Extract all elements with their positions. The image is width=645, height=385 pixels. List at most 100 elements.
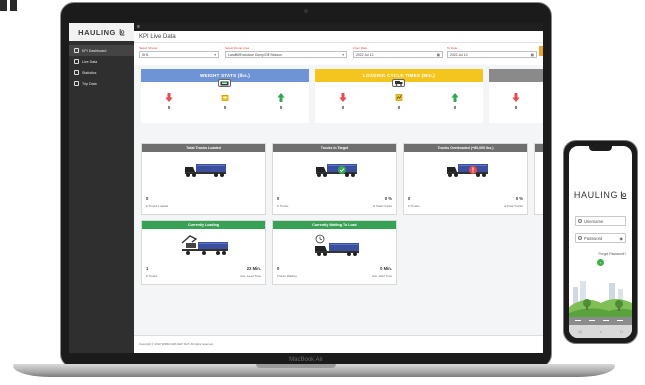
phone: HAULING Username Password ◉ Forgot Passw…	[563, 140, 638, 344]
recent-apps-icon[interactable]: □	[620, 329, 622, 334]
truck-target-icon	[316, 164, 357, 177]
sidebar-item-trip-data[interactable]: Trip Data	[69, 78, 134, 89]
eye-icon[interactable]: ◉	[620, 236, 624, 241]
third-stats-values: 0	[489, 91, 543, 121]
shovel-filter: Select Shovel SH1 ▾	[139, 46, 219, 58]
cycle-max-cell: 0	[440, 91, 470, 121]
from-date-input[interactable]: 2022 Jul 12 ▦	[353, 51, 443, 58]
excavator-loading-icon	[181, 235, 228, 255]
laptop-camera	[304, 9, 308, 13]
dump-area-filter: Select Dump Area Landfill/Exclusive Dump…	[225, 46, 347, 58]
currently-loading-sub: # Trucks	[146, 274, 158, 278]
weight-min-cell: 0	[154, 91, 184, 121]
filter-label: From Date	[353, 46, 368, 50]
currently-loading-time: 22 Min.	[246, 266, 261, 271]
total-trucks-card: Total Trucks Loaded 0 # Trucks Loaded	[141, 143, 266, 215]
dump-area-select[interactable]: Landfill/Exclusive Dump/Off Season ▾	[225, 51, 347, 58]
forgot-password-link[interactable]: Forgot Password?	[575, 252, 626, 256]
arrow-down-icon	[339, 93, 347, 102]
calendar-icon: ▦	[530, 52, 534, 57]
currently-waiting-title: Currently Waiting To Load	[273, 221, 396, 229]
weight-min-value: 0	[167, 105, 171, 110]
weight-stats-values: 0 0 0	[141, 91, 309, 121]
brand-name: HAULING	[78, 27, 116, 37]
currently-loading-title: Currently Loading	[142, 221, 265, 229]
filter-bar: Select Shovel SH1 ▾ Select Dump Area Lan…	[134, 43, 543, 65]
scale-icon	[218, 79, 231, 87]
total-trucks-sub: # Trucks Loaded	[146, 204, 169, 208]
login-button[interactable]: ›	[597, 259, 604, 266]
dashboard-icon	[74, 48, 79, 53]
home-icon[interactable]: ○	[600, 329, 602, 334]
to-date-filter: To Date 2022 Jul 13 ▦	[447, 46, 537, 58]
dump-truck-icon	[392, 79, 405, 87]
username-placeholder: Username	[584, 218, 604, 224]
sidebar-item-kpi-dashboard[interactable]: KPI Dashboard	[69, 45, 134, 56]
password-field[interactable]: Password ◉	[575, 233, 626, 243]
cycle-min-value: 0	[341, 105, 345, 110]
trucks-in-target-title: Trucks In Target	[273, 144, 396, 152]
trucks-overloaded-percent: 0 %	[515, 196, 523, 201]
trend-chart-icon	[395, 94, 403, 101]
trucks-in-target-card: Trucks In Target 0 0 % # Trucks of Total…	[272, 143, 397, 215]
password-field-left: Password	[578, 236, 602, 241]
filter-value: 2022 Jul 13	[450, 52, 468, 57]
trucks-in-target-sub-right: of Total Trucks	[372, 204, 392, 208]
trucks-overloaded-sub-right: of Total Trucks	[503, 204, 523, 208]
arrow-up-icon	[277, 93, 285, 102]
trucks-in-target-value: 0	[277, 196, 280, 201]
sidebar-item-live-data[interactable]: Live Data	[69, 56, 134, 67]
sidebar-item-label: Statistics	[82, 70, 97, 75]
document-icon	[74, 59, 79, 64]
card-overflow-edge	[534, 143, 543, 215]
laptop-screen: HAULING KPI Dashboard Live Data Statisti…	[69, 23, 543, 353]
currently-waiting-sub-right: Ave. Wait Time	[371, 274, 392, 278]
back-icon[interactable]: ◁	[578, 329, 581, 334]
hamburger-menu-icon[interactable]: ≡	[137, 24, 140, 30]
laptop-model-label: MacBook Air	[289, 357, 323, 363]
arrow-down-icon	[165, 93, 173, 102]
trucks-overloaded-value: 0	[408, 196, 411, 201]
truck-waiting-icon	[315, 234, 359, 256]
device-mockup-scene: HAULING KPI Dashboard Live Data Statisti…	[0, 0, 645, 385]
truck-overload-icon	[447, 164, 488, 177]
trucks-in-target-percent: 0 %	[384, 196, 392, 201]
brand-logo-icon	[621, 191, 627, 199]
from-date-filter: From Date 2022 Jul 12 ▦	[353, 46, 443, 58]
third-stats-card: 0	[489, 69, 543, 123]
to-date-input[interactable]: 2022 Jul 13 ▦	[447, 51, 537, 58]
filter-value: 2022 Jul 12	[356, 52, 374, 57]
brand[interactable]: HAULING	[69, 23, 134, 41]
phone-brand-name: HAULING	[573, 190, 619, 200]
username-field[interactable]: Username	[575, 216, 626, 226]
sidebar-item-statistics[interactable]: Statistics	[69, 67, 134, 78]
phone-brand: HAULING	[569, 190, 632, 200]
cycle-min-cell: 0	[328, 91, 358, 121]
footer: Copyright © 2022 WSBA CMA SEV SGT. All r…	[134, 335, 543, 353]
sidebar-item-label: KPI Dashboard	[82, 48, 107, 53]
currently-waiting-card: Currently Waiting To Load 0 0 Min. Truck…	[272, 220, 397, 285]
sidebar-item-label: Trip Data	[82, 81, 97, 86]
chart-icon	[74, 70, 79, 75]
stats-band: WEIGHT STATS (lbs.) 0 0 0 LOADING CYCLE …	[134, 69, 543, 123]
sidebar: HAULING KPI Dashboard Live Data Statisti…	[69, 23, 134, 353]
main-content: ≡ KPI Live Data Select Shovel SH1 ▾ Sele…	[134, 23, 543, 353]
total-trucks-value: 0	[146, 196, 149, 201]
currently-waiting-sub: Trucks Waiting	[277, 274, 297, 278]
currently-waiting-time: 0 Min.	[380, 266, 392, 271]
weight-avg-value: 0	[223, 105, 227, 110]
third-min-value: 0	[514, 105, 518, 110]
filter-submit-tab[interactable]	[539, 46, 543, 56]
page-title: KPI Live Data	[134, 31, 543, 43]
cycle-max-value: 0	[453, 105, 457, 110]
brand-logo-icon	[119, 29, 125, 36]
calendar-icon: ▦	[436, 52, 440, 57]
trucks-overloaded-title: Trucks Overloaded (+80,000 lbs.)	[404, 144, 527, 152]
currently-loading-sub-right: Ave. Load Time	[240, 274, 261, 278]
shovel-select[interactable]: SH1 ▾	[139, 51, 219, 58]
weight-stats-card: WEIGHT STATS (lbs.) 0 0 0	[141, 69, 309, 123]
currently-waiting-value: 0	[277, 266, 280, 271]
third-stats-header	[489, 69, 543, 82]
phone-screen: HAULING Username Password ◉ Forgot Passw…	[569, 146, 632, 338]
truck-icon	[185, 164, 226, 177]
